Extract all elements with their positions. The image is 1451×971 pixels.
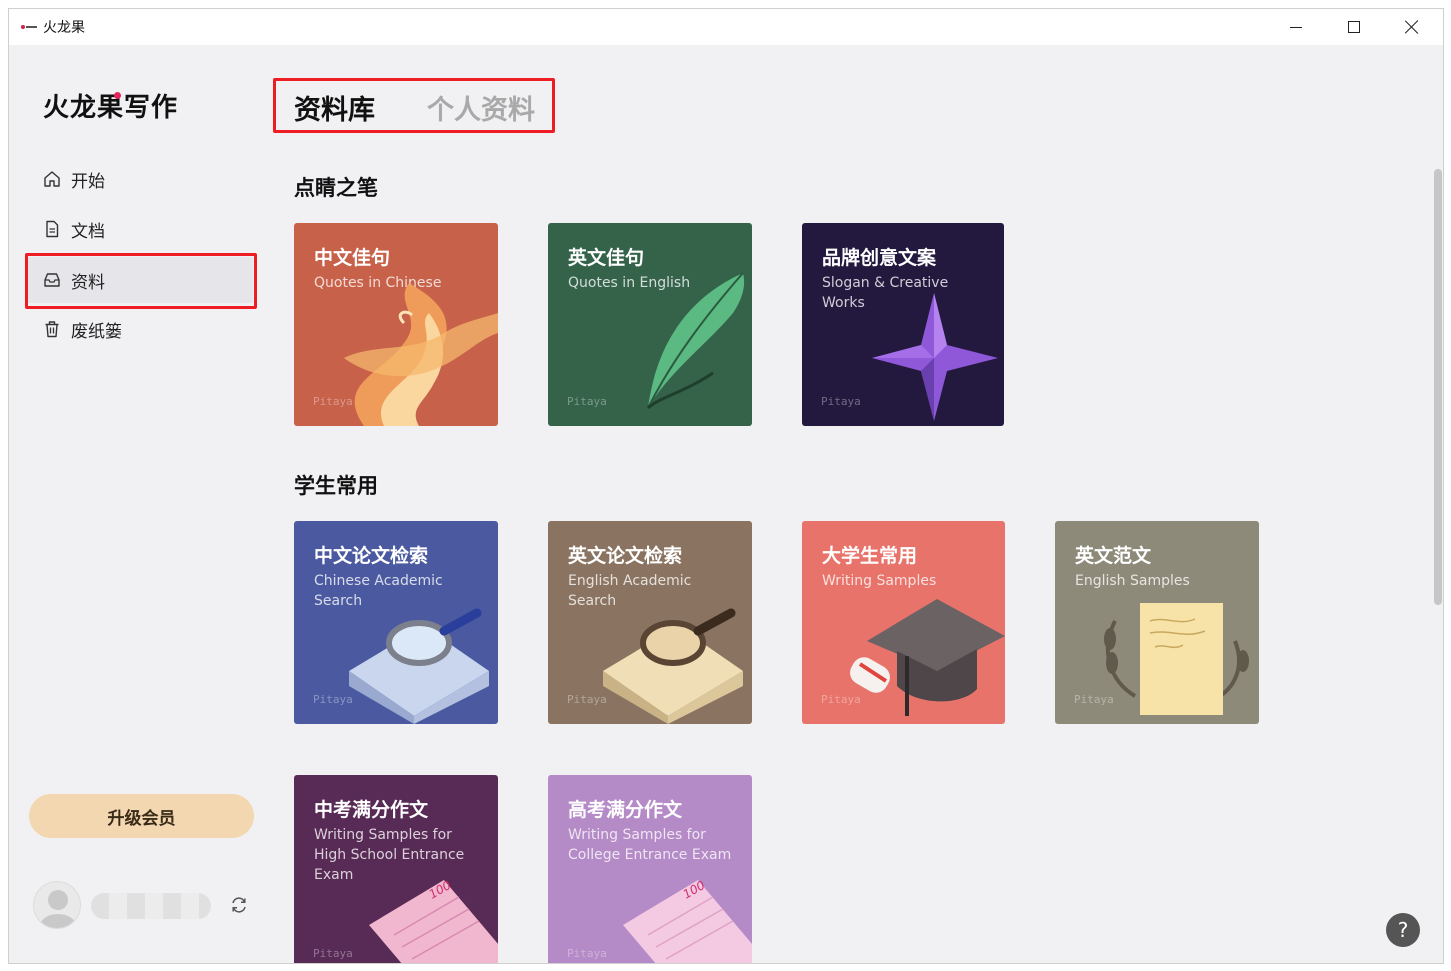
card-brand: Pitaya (313, 395, 353, 408)
section-title: 学生常用 (294, 474, 378, 498)
card-college-writing-samples[interactable]: 大学生常用 Writing Samples Pitaya (802, 521, 1005, 724)
card-english-samples[interactable]: 英文范文 English Samples Pitaya (1055, 521, 1259, 724)
home-icon (43, 170, 61, 188)
upgrade-membership-button[interactable]: 升级会员 (29, 794, 254, 838)
app-window: 火龙果 火龙果写作 开始 文档 资料 废纸篓 升级会员 资料库 个人资料 点睛之… (8, 8, 1444, 964)
section-title: 点睛之笔 (294, 176, 378, 200)
card-english-academic-search[interactable]: 英文论文检索 English Academic Search Pitaya (548, 521, 752, 724)
card-chinese-academic-search[interactable]: 中文论文检索 Chinese Academic Search Pitaya (294, 521, 498, 724)
maximize-button[interactable] (1325, 9, 1383, 45)
card-brand: Pitaya (313, 693, 353, 706)
card-brand: Pitaya (567, 395, 607, 408)
logo-dot-icon (114, 92, 121, 99)
card-slogan-creative[interactable]: 品牌创意文案 Slogan & Creative Works Pitaya (802, 223, 1004, 426)
scrollbar[interactable] (1434, 169, 1442, 605)
app-icon (21, 23, 37, 31)
sidebar-item-label: 开始 (71, 171, 105, 192)
card-quotes-english[interactable]: 英文佳句 Quotes in English Pitaya (548, 223, 752, 426)
maximize-icon (1348, 21, 1360, 33)
score-paper-icon: 100 (623, 878, 752, 963)
card-brand: Pitaya (313, 947, 353, 960)
app-logo: 火龙果写作 (43, 93, 179, 123)
close-icon (1405, 20, 1419, 34)
title-bar: 火龙果 (9, 9, 1443, 45)
inbox-icon (43, 271, 61, 289)
card-brand: Pitaya (567, 693, 607, 706)
sidebar-item-materials[interactable]: 资料 (25, 253, 257, 309)
card-brand: Pitaya (821, 395, 861, 408)
minimize-icon (1290, 26, 1302, 28)
window-title: 火龙果 (43, 20, 85, 36)
question-icon: ? (1397, 918, 1409, 942)
score-paper-icon: 100 (369, 878, 498, 963)
help-button[interactable]: ? (1386, 913, 1420, 947)
sync-icon[interactable] (229, 895, 249, 915)
card-high-school-entrance-essays[interactable]: 中考满分作文 Writing Samples for High School E… (294, 775, 498, 963)
card-quotes-chinese[interactable]: 中文佳句 Quotes in Chinese Pitaya (294, 223, 498, 426)
sidebar-item-label: 文档 (71, 221, 105, 242)
card-college-entrance-essays[interactable]: 高考满分作文 Writing Samples for College Entra… (548, 775, 752, 963)
sidebar-item-label: 废纸篓 (71, 321, 122, 342)
sidebar-item-label: 资料 (71, 272, 105, 293)
tab-library[interactable]: 资料库 (294, 88, 375, 127)
trash-icon (43, 320, 61, 338)
sidebar-item-trash[interactable]: 废纸篓 (27, 306, 253, 352)
avatar[interactable] (33, 881, 81, 929)
minimize-button[interactable] (1267, 9, 1325, 45)
tab-personal-materials[interactable]: 个人资料 (427, 88, 535, 127)
card-brand: Pitaya (567, 947, 607, 960)
close-button[interactable] (1383, 9, 1441, 45)
document-icon (43, 220, 61, 238)
card-brand: Pitaya (821, 693, 861, 706)
card-brand: Pitaya (1074, 693, 1114, 706)
username-blurred (91, 893, 211, 919)
sidebar-item-start[interactable]: 开始 (27, 156, 253, 202)
sidebar-item-documents[interactable]: 文档 (27, 206, 253, 252)
